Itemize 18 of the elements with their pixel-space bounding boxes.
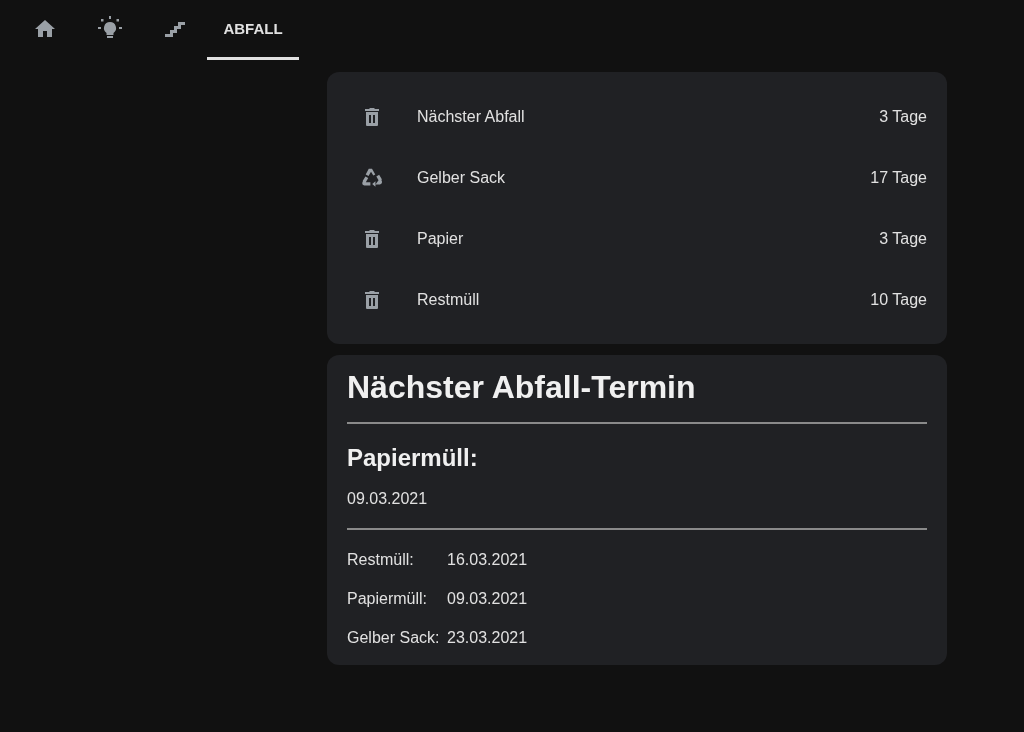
entity-state: 3 Tage [879,229,927,248]
date-value: 23.03.2021 [447,629,528,647]
date-value: 16.03.2021 [447,551,528,569]
date-text: 09.03.2021 [347,490,429,508]
card-title: Nächster Abfall-Termin [347,369,697,406]
entity-state: 10 Tage [870,290,927,309]
waste-label: Gelber Sack: [347,629,441,647]
entity-state: 17 Tage [870,168,927,187]
section-heading: Papiermüll: [347,444,479,472]
entity-name: Gelber Sack [417,168,507,187]
tab[interactable]: ABFALL [207,0,299,60]
entity-name: Papier [417,229,465,248]
entity-name: Nächster Abfall [417,107,526,126]
date-value: 09.03.2021 [447,590,528,608]
entity-name: Restmüll [417,290,481,309]
entity-state: 3 Tage [879,107,927,126]
waste-label: Restmüll: [347,551,415,569]
waste-label: Papiermüll: [347,590,429,608]
